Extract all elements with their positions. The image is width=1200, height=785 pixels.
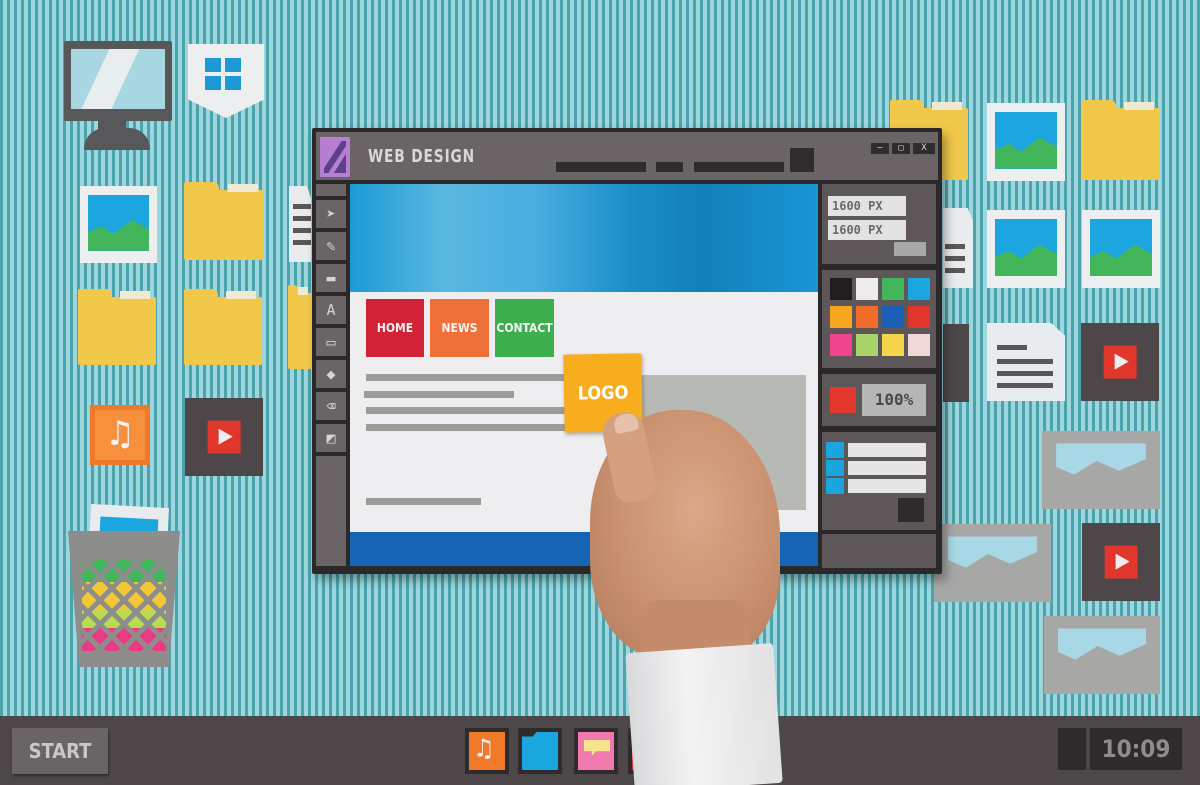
chat-bubble-icon: [584, 740, 610, 756]
size-panel: 1600 PX 1600 PX: [822, 184, 936, 264]
security-shield-icon[interactable]: [188, 44, 264, 118]
color-swatch[interactable]: [856, 278, 878, 300]
music-file-icon[interactable]: ♫: [90, 405, 150, 465]
color-swatch[interactable]: [856, 334, 878, 356]
notification-area[interactable]: [1058, 728, 1086, 770]
layer-item[interactable]: [848, 461, 926, 475]
computer-icon-base: [84, 128, 150, 150]
menu-square[interactable]: [790, 148, 814, 172]
rectangle-tool-icon[interactable]: ▭: [316, 328, 346, 356]
color-swatch[interactable]: [908, 334, 930, 356]
image-file-icon[interactable]: [987, 210, 1065, 288]
computer-icon[interactable]: [64, 41, 172, 121]
color-swatch[interactable]: [856, 306, 878, 328]
color-swatch[interactable]: [830, 334, 852, 356]
menu-slot[interactable]: [694, 162, 784, 172]
play-icon: [1104, 545, 1138, 579]
text-placeholder: [364, 391, 514, 398]
video-file-icon[interactable]: [1081, 323, 1159, 401]
rectangle-fill-tool-icon[interactable]: ▬: [316, 264, 346, 292]
image-placeholder-icon[interactable]: [1044, 616, 1160, 694]
width-field[interactable]: 1600 PX: [828, 196, 906, 216]
layer-checkbox[interactable]: [826, 442, 844, 458]
video-file-icon[interactable]: [1082, 523, 1160, 601]
play-icon: [207, 420, 241, 454]
color-swatch[interactable]: [882, 334, 904, 356]
folder-icon: [522, 732, 558, 770]
color-swatch[interactable]: [882, 306, 904, 328]
taskbar-folder-app[interactable]: [518, 728, 562, 774]
hero-banner: [350, 184, 818, 292]
delete-layer-button[interactable]: [898, 498, 924, 522]
minimize-button[interactable]: —: [871, 143, 889, 154]
color-swatch[interactable]: [908, 306, 930, 328]
color-swatch[interactable]: [882, 278, 904, 300]
app-logo-icon: [320, 137, 350, 177]
active-color-swatch[interactable]: [830, 387, 856, 413]
layer-item[interactable]: [848, 479, 926, 493]
music-note-icon: ♫: [476, 734, 492, 764]
taskbar: START ♫ 10:09: [0, 716, 1200, 785]
folder-icon[interactable]: [288, 285, 314, 369]
video-file-icon[interactable]: [943, 324, 969, 402]
play-icon: [1103, 345, 1137, 379]
color-swatch[interactable]: [830, 306, 852, 328]
nav-news-button[interactable]: NEWS: [430, 299, 489, 357]
text-tool-icon[interactable]: A: [316, 296, 346, 324]
folder-icon[interactable]: [1082, 100, 1160, 180]
shirt-sleeve: [625, 643, 783, 785]
close-button[interactable]: X: [913, 143, 935, 154]
document-icon[interactable]: [289, 186, 311, 262]
document-icon[interactable]: [943, 208, 973, 288]
text-placeholder: [366, 498, 481, 505]
menu-slot[interactable]: [656, 162, 683, 172]
layers-panel: [822, 432, 936, 530]
fill-tool-icon[interactable]: ◆: [316, 360, 346, 388]
color-swatch[interactable]: [908, 278, 930, 300]
video-file-icon[interactable]: [185, 398, 263, 476]
taskbar-chat-app[interactable]: [574, 728, 618, 774]
image-file-icon[interactable]: [1082, 210, 1160, 288]
nav-contact-button[interactable]: CONTACT: [495, 299, 554, 357]
toolbox: ➤ ✎ ▬ A ▭ ◆ ⌫ ◩: [316, 184, 346, 568]
clock: 10:09: [1090, 728, 1182, 770]
image-file-icon[interactable]: [987, 103, 1065, 181]
eraser-tool-icon[interactable]: ⌫: [316, 392, 346, 420]
nav-home-button[interactable]: HOME: [366, 299, 424, 357]
toolbox-header: [316, 184, 346, 196]
taskbar-music-app[interactable]: ♫: [465, 728, 509, 774]
document-icon[interactable]: [987, 323, 1065, 401]
toolbox-empty: [316, 456, 346, 566]
title-bar[interactable]: WEB DESIGN — ▢ X: [316, 132, 938, 180]
image-file-icon[interactable]: [80, 186, 157, 263]
maximize-button[interactable]: ▢: [892, 143, 910, 154]
folder-icon[interactable]: [184, 182, 264, 260]
apply-size-button[interactable]: [894, 242, 926, 256]
color-swatch[interactable]: [830, 278, 852, 300]
menu-slot[interactable]: [556, 162, 646, 172]
color-palette-panel: [822, 270, 936, 368]
layer-item[interactable]: [848, 443, 926, 457]
layer-checkbox[interactable]: [826, 460, 844, 476]
bottom-panel: [822, 534, 936, 568]
start-button[interactable]: START: [12, 728, 108, 774]
color-swap-tool-icon[interactable]: ◩: [316, 424, 346, 452]
height-field[interactable]: 1600 PX: [828, 220, 906, 240]
layer-checkbox[interactable]: [826, 478, 844, 494]
image-placeholder-icon[interactable]: [934, 524, 1051, 602]
folder-icon[interactable]: [184, 289, 262, 365]
zoom-panel: 100%: [822, 374, 936, 426]
image-placeholder-icon[interactable]: [1042, 431, 1160, 509]
brush-tool-icon[interactable]: ✎: [316, 232, 346, 260]
select-tool-icon[interactable]: ➤: [316, 200, 346, 228]
window-title: WEB DESIGN: [368, 146, 476, 167]
music-note-icon: ♫: [109, 413, 131, 455]
folder-icon[interactable]: [78, 289, 156, 365]
trash-bin-icon[interactable]: [68, 531, 180, 667]
zoom-level[interactable]: 100%: [862, 384, 926, 416]
